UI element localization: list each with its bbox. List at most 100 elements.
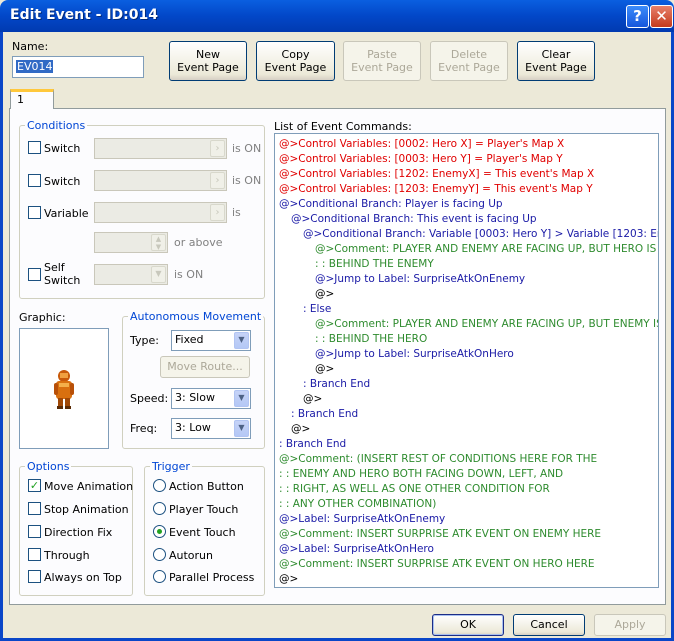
command-line[interactable]: : : BEHIND THE ENEMY [315,257,434,272]
variable-select[interactable]: › [94,202,227,223]
command-line[interactable]: @> [303,392,322,407]
player-touch-radio[interactable] [153,502,166,515]
through-checkbox[interactable] [28,548,41,561]
speed-select[interactable]: 3: Slow ▼ [171,388,251,409]
command-line[interactable]: @>Conditional Branch: This event is faci… [291,212,537,227]
delete-event-page-button[interactable]: Delete Event Page [430,41,508,81]
command-line[interactable]: @>Control Variables: [0003: Hero Y] = Pl… [279,152,563,167]
clear-event-page-button[interactable]: Clear Event Page [517,41,595,81]
variable-suffix: is [232,206,241,219]
type-select[interactable]: Fixed ▼ [171,330,251,351]
graphic-label: Graphic: [19,311,66,324]
chevron-right-icon: › [210,204,225,221]
command-line[interactable]: : Branch End [303,377,370,392]
command-line[interactable]: @>Jump to Label: SurpriseAtkOnEnemy [315,272,525,287]
switch1-checkbox[interactable] [28,141,41,154]
new-page-label-1: New [196,48,220,61]
direction-fix-label: Direction Fix [44,526,113,539]
switch1-suffix: is ON [232,142,262,155]
tab-page-1[interactable]: 1 [10,89,54,109]
self-switch-select[interactable]: ▼ [94,264,168,285]
command-line[interactable]: @>Control Variables: [1203: EnemyY] = Th… [279,182,593,197]
command-line[interactable]: @>Comment: INSERT SURPRISE ATK EVENT ON … [279,557,595,572]
switch2-select[interactable]: › [94,170,227,191]
variable-value-spinner[interactable]: ▲ ▼ [94,232,168,253]
command-line[interactable]: @> [291,422,310,437]
command-line[interactable]: @> [315,287,334,302]
command-line[interactable]: : Branch End [279,437,346,452]
paste-event-page-button[interactable]: Paste Event Page [343,41,421,81]
always-on-top-checkbox[interactable] [28,570,41,583]
chevron-right-icon: › [210,172,225,189]
copy-page-label-1: Copy [281,48,310,61]
title-bar[interactable]: Edit Event - ID:014 ? ✕ [0,0,674,32]
trigger-title: Trigger [150,460,192,473]
name-value: EV014 [16,60,54,73]
self-switch-label-1: Self [44,261,65,274]
freq-label: Freq: [130,422,158,435]
switch1-select[interactable]: › [94,138,227,159]
command-line[interactable]: : : ANY OTHER COMBINATION) [279,497,436,512]
new-event-page-button[interactable]: New Event Page [169,41,247,81]
ok-button[interactable]: OK [432,614,504,636]
command-line[interactable]: @>Conditional Branch: Player is facing U… [279,197,503,212]
speed-label: Speed: [130,392,169,405]
parallel-process-label: Parallel Process [169,571,255,584]
move-route-button[interactable]: Move Route... [160,356,250,378]
conditions-title: Conditions [25,119,88,132]
variable-checkbox[interactable] [28,206,41,219]
command-line[interactable]: @> [315,362,334,377]
move-animation-label: Move Animation [44,480,134,493]
character-sprite-icon [54,370,74,409]
window-title: Edit Event - ID:014 [10,7,159,23]
event-touch-radio[interactable] [153,525,166,538]
delete-page-label-1: Delete [450,48,488,61]
chevron-down-icon: ▼ [234,390,249,407]
command-line[interactable]: @>Comment: PLAYER AND ENEMY ARE FACING U… [315,242,656,257]
switch2-checkbox[interactable] [28,174,41,187]
command-line[interactable]: @>Label: SurpriseAtkOnEnemy [279,512,445,527]
command-line[interactable]: @>Jump to Label: SurpriseAtkOnHero [315,347,514,362]
player-touch-label: Player Touch [169,503,239,516]
help-button[interactable]: ? [626,5,649,28]
self-switch-label-2: Switch [44,274,81,287]
self-switch-checkbox[interactable] [28,268,41,281]
copy-page-label-2: Event Page [264,61,327,74]
event-commands-list[interactable]: @>Control Variables: [0002: Hero X] = Pl… [274,133,659,588]
move-animation-checkbox[interactable]: ✓ [28,479,41,492]
command-line[interactable]: @>Comment: PLAYER AND ENEMY ARE FACING U… [315,317,658,332]
stop-animation-checkbox[interactable] [28,502,41,515]
chevron-down-icon: ▼ [234,420,249,437]
apply-button[interactable]: Apply [594,614,666,636]
action-button-radio[interactable] [153,479,166,492]
command-line[interactable]: @>Comment: (INSERT REST OF CONDITIONS HE… [279,452,597,467]
clear-page-label-1: Clear [541,48,571,61]
freq-select[interactable]: 3: Low ▼ [171,418,251,439]
command-line[interactable]: : Branch End [291,407,358,422]
autorun-radio[interactable] [153,548,166,561]
options-title: Options [25,460,72,473]
command-line[interactable]: @>Control Variables: [1202: EnemyX] = Th… [279,167,594,182]
switch2-label: Switch [44,175,81,188]
command-line[interactable]: @>Control Variables: [0002: Hero X] = Pl… [279,137,564,152]
close-button[interactable]: ✕ [650,5,673,28]
cancel-button[interactable]: Cancel [513,614,585,636]
command-line[interactable]: @>Comment: INSERT SURPRISE ATK EVENT ON … [279,527,601,542]
command-line[interactable]: : : BEHIND THE HERO [315,332,427,347]
command-line[interactable]: : : ENEMY AND HERO BOTH FACING DOWN, LEF… [279,467,563,482]
direction-fix-checkbox[interactable] [28,525,41,538]
speed-value: 3: Slow [175,391,215,404]
command-line[interactable]: @>Conditional Branch: Variable [0003: He… [303,227,658,242]
command-line[interactable]: @>Label: SurpriseAtkOnHero [279,542,434,557]
name-label: Name: [12,40,49,53]
copy-event-page-button[interactable]: Copy Event Page [256,41,335,81]
command-line[interactable]: : : RIGHT, AS WELL AS ONE OTHER CONDITIO… [279,482,550,497]
command-line[interactable]: @> [279,572,298,587]
parallel-process-radio[interactable] [153,570,166,583]
clear-page-label-2: Event Page [525,61,587,74]
graphic-preview[interactable] [19,328,109,449]
or-above-label: or above [174,236,223,249]
delete-page-label-2: Event Page [438,61,500,74]
command-line[interactable]: : Else [303,302,331,317]
name-input[interactable]: EV014 [12,56,144,78]
